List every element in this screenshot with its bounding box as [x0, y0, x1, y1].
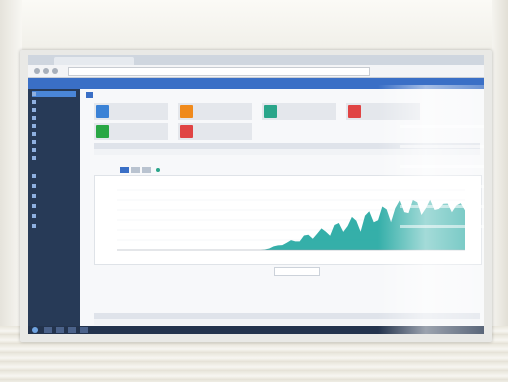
sidebar-item-icon: [32, 156, 36, 160]
wall-right: [492, 0, 508, 382]
address-bar[interactable]: [68, 67, 370, 76]
sidebar-item-icon: [32, 108, 36, 112]
sidebar-item[interactable]: [32, 147, 76, 153]
sidebar-item[interactable]: [32, 123, 76, 129]
wall-left: [0, 0, 22, 382]
sidebar-item-label: [39, 193, 76, 199]
sidebar-item-icon: [32, 204, 36, 208]
sidebar-item-label: [39, 107, 76, 113]
sidebar: [28, 89, 80, 326]
sidebar-item-icon: [32, 132, 36, 136]
clock-icon: [180, 125, 193, 138]
sidebar-item-icon: [32, 140, 36, 144]
range-button[interactable]: [142, 167, 151, 173]
sidebar-item[interactable]: [32, 173, 76, 179]
sidebar-item-icon: [32, 194, 36, 198]
taskbar-app-icon[interactable]: [44, 327, 52, 333]
sidebar-item-label: [39, 183, 76, 189]
browser-toolbar: [28, 65, 484, 78]
sidebar-item[interactable]: [32, 193, 76, 199]
blind-reflection: [400, 205, 484, 208]
sidebar-item-label: [39, 173, 76, 179]
blind-reflection: [400, 125, 484, 128]
leaf-icon: [96, 125, 109, 138]
sidebar-item[interactable]: [32, 99, 76, 105]
sidebar-item[interactable]: [32, 183, 76, 189]
sidebar-item[interactable]: [32, 115, 76, 121]
blind-reflection: [400, 185, 484, 188]
page-title-icon: [86, 92, 93, 98]
sidebar-item-icon: [32, 124, 36, 128]
sidebar-item-label: [39, 147, 76, 153]
stat-card: [94, 123, 168, 140]
sidebar-item-label: [39, 91, 76, 97]
sidebar-item[interactable]: [32, 213, 76, 219]
sidebar-item-icon: [32, 116, 36, 120]
sun-icon: [180, 105, 193, 118]
sidebar-item[interactable]: [32, 139, 76, 145]
date-picker[interactable]: [274, 267, 320, 276]
sidebar-item-label: [39, 203, 76, 209]
taskbar-app-icon[interactable]: [56, 327, 64, 333]
sidebar-item-icon: [32, 100, 36, 104]
sidebar-item-label: [39, 115, 76, 121]
sidebar-item-label: [39, 155, 76, 161]
monitor-screen: [28, 55, 484, 334]
stat-card: [178, 123, 252, 140]
sidebar-item-label: [39, 131, 76, 137]
sidebar-item[interactable]: [32, 203, 76, 209]
power-icon: [348, 105, 361, 118]
blind-reflection: [400, 145, 484, 148]
sidebar-item[interactable]: [32, 91, 76, 97]
sidebar-item-icon: [32, 214, 36, 218]
sidebar-item-label: [39, 99, 76, 105]
sidebar-item-label: [39, 139, 76, 145]
stat-card: [262, 103, 336, 120]
sidebar-item-icon: [32, 224, 36, 228]
browser-tab[interactable]: [54, 57, 134, 65]
range-button[interactable]: [131, 167, 140, 173]
window-reflection: [378, 85, 484, 334]
thermometer-icon: [264, 105, 277, 118]
sidebar-item[interactable]: [32, 155, 76, 161]
forward-icon[interactable]: [43, 68, 49, 74]
lightning-icon: [96, 105, 109, 118]
taskbar-app-icon[interactable]: [68, 327, 76, 333]
start-button[interactable]: [32, 327, 38, 333]
browser-tab-bar: [28, 55, 484, 65]
sidebar-item[interactable]: [32, 107, 76, 113]
sidebar-item-icon: [32, 148, 36, 152]
blind-reflection: [400, 165, 484, 168]
sidebar-item-label: [39, 213, 76, 219]
taskbar-app-icon[interactable]: [80, 327, 88, 333]
back-icon[interactable]: [34, 68, 40, 74]
refresh-icon[interactable]: [156, 168, 160, 172]
sidebar-item[interactable]: [32, 223, 76, 229]
refresh-icon[interactable]: [52, 68, 58, 74]
sidebar-item[interactable]: [32, 131, 76, 137]
range-button[interactable]: [120, 167, 129, 173]
blind-reflection: [400, 225, 484, 228]
stat-card: [94, 103, 168, 120]
stat-card: [178, 103, 252, 120]
sidebar-item-icon: [32, 174, 36, 178]
sidebar-item-icon: [32, 184, 36, 188]
sidebar-item-label: [39, 123, 76, 129]
sidebar-item-label: [39, 223, 76, 229]
sidebar-item-icon: [32, 92, 36, 96]
